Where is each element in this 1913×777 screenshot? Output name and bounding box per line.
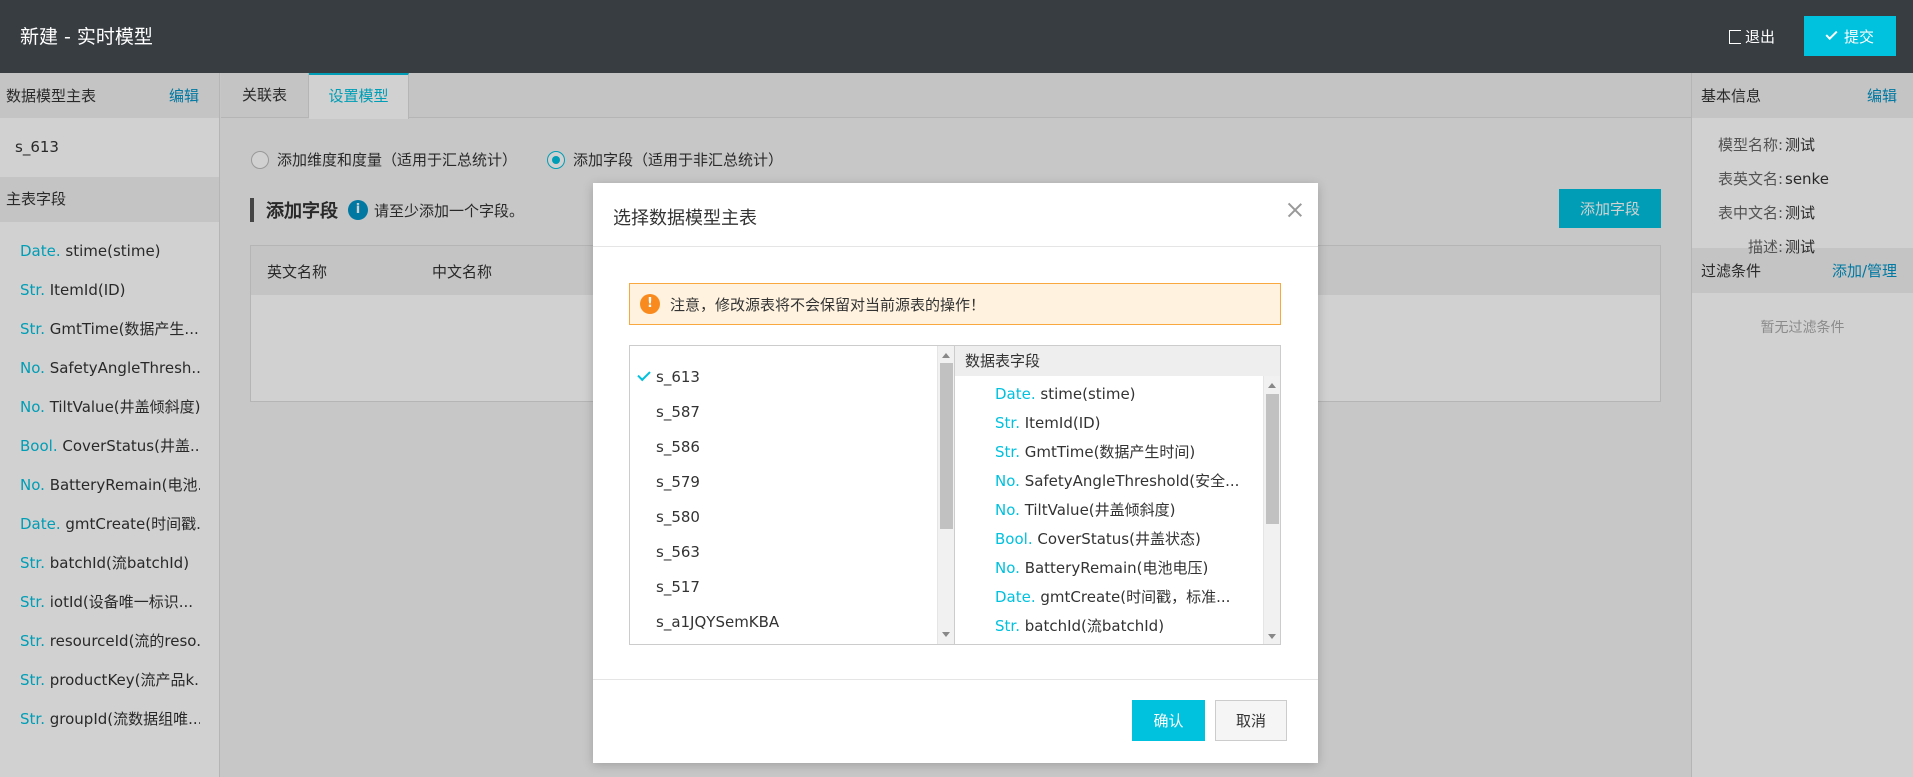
field-type: Date. [995, 385, 1036, 403]
table-field-item: No. BatteryRemain(电池电压) [955, 554, 1263, 583]
table-list-item[interactable]: s_613 [630, 360, 954, 395]
table-list-item[interactable]: s_586 [630, 430, 954, 465]
field-type: Str. [995, 443, 1020, 461]
dialog-header: 选择数据模型主表 [593, 183, 1318, 247]
submit-button[interactable]: 提交 [1804, 16, 1896, 56]
table-list-item[interactable]: s_517 [630, 570, 954, 605]
table-field-item: Str. GmtTime(数据产生时间) [955, 438, 1263, 467]
table-list-item-label: s_579 [656, 473, 700, 491]
scroll-thumb[interactable] [940, 363, 953, 529]
exit-label: 退出 [1745, 28, 1776, 46]
field-name: CoverStatus(井盖状态) [1037, 530, 1201, 548]
table-list-item-label: s_a1JQYSemKBA [656, 613, 780, 631]
select-main-table-dialog: 选择数据模型主表 ! 注意，修改源表将不会保留对当前源表的操作！ s_613 s_… [593, 183, 1318, 763]
field-name: SafetyAngleThreshold(安全... [1024, 472, 1240, 490]
table-field-item: Date. stime(stime) [955, 380, 1263, 409]
scroll-up-icon[interactable] [942, 353, 950, 358]
field-name: batchId(流batchId) [1024, 617, 1165, 635]
field-name: gmtCreate(时间戳，标准... [1040, 588, 1231, 606]
page-title: 新建 - 实时模型 [20, 26, 153, 48]
table-fields-heading: 数据表字段 [955, 346, 1280, 376]
dialog-footer: 确认 取消 [593, 679, 1318, 763]
field-type: No. [995, 472, 1020, 490]
field-name: stime(stime) [1040, 385, 1136, 403]
cancel-button[interactable]: 取消 [1215, 700, 1287, 741]
close-icon[interactable] [1284, 199, 1306, 221]
scroll-down-icon[interactable] [942, 632, 950, 637]
table-list-item-label: s_517 [656, 578, 700, 596]
warning-text: 注意，修改源表将不会保留对当前源表的操作！ [670, 295, 986, 314]
exit-icon [1729, 30, 1741, 44]
table-fields-panel: 数据表字段 Date. stime(stime) Str. ItemId(ID) S… [955, 345, 1281, 645]
table-field-item: Str. ItemId(ID) [955, 409, 1263, 438]
table-list-item-label: s_580 [656, 508, 700, 526]
confirm-button[interactable]: 确认 [1132, 700, 1205, 741]
check-icon [637, 367, 651, 382]
table-list-item-label: s_587 [656, 403, 700, 421]
warning-alert: ! 注意，修改源表将不会保留对当前源表的操作！ [629, 283, 1281, 325]
table-field-item: No. SafetyAngleThreshold(安全... [955, 467, 1263, 496]
table-field-item: Bool. CoverStatus(井盖状态) [955, 525, 1263, 554]
field-type: Str. [995, 617, 1020, 635]
table-list-item[interactable]: s_563 [630, 535, 954, 570]
table-list-scrollbar[interactable] [937, 346, 954, 644]
table-list: s_613 s_587 s_586 s_579 s_580 s_563 s_517 s_a1J… [629, 345, 955, 645]
table-fields-list: Date. stime(stime) Str. ItemId(ID) Str. Gm… [955, 376, 1280, 641]
warning-icon: ! [640, 294, 660, 314]
scroll-down-icon[interactable] [1268, 634, 1276, 639]
field-type: No. [995, 559, 1020, 577]
field-type: No. [995, 501, 1020, 519]
table-list-items: s_613 s_587 s_586 s_579 s_580 s_563 s_517 s_a1J… [630, 346, 954, 640]
table-list-item-label: s_613 [656, 368, 700, 386]
table-field-item: No. TiltValue(井盖倾斜度) [955, 496, 1263, 525]
scroll-up-icon[interactable] [1268, 383, 1276, 388]
dialog-title: 选择数据模型主表 [613, 208, 757, 229]
table-field-item: Str. batchId(流batchId) [955, 612, 1263, 641]
table-list-item-label: s_586 [656, 438, 700, 456]
fields-scrollbar[interactable] [1263, 376, 1280, 644]
field-type: Bool. [995, 530, 1033, 548]
field-name: BatteryRemain(电池电压) [1024, 559, 1209, 577]
table-list-item[interactable]: s_587 [630, 395, 954, 430]
table-list-item[interactable]: s_579 [630, 465, 954, 500]
field-name: ItemId(ID) [1024, 414, 1101, 432]
field-name: GmtTime(数据产生时间) [1024, 443, 1196, 461]
table-list-item[interactable]: s_580 [630, 500, 954, 535]
field-name: TiltValue(井盖倾斜度) [1024, 501, 1176, 519]
field-type: Str. [995, 414, 1020, 432]
scroll-thumb[interactable] [1266, 394, 1279, 524]
submit-label: 提交 [1843, 28, 1874, 46]
table-list-item[interactable]: s_a1JQYSemKBA [630, 605, 954, 640]
field-type: Date. [995, 588, 1036, 606]
table-field-item: Date. gmtCreate(时间戳，标准... [955, 583, 1263, 612]
check-icon [1825, 27, 1838, 41]
top-bar: 新建 - 实时模型 退出 提交 [0, 0, 1913, 73]
table-list-item-label: s_563 [656, 543, 700, 561]
exit-button[interactable]: 退出 [1729, 26, 1775, 47]
